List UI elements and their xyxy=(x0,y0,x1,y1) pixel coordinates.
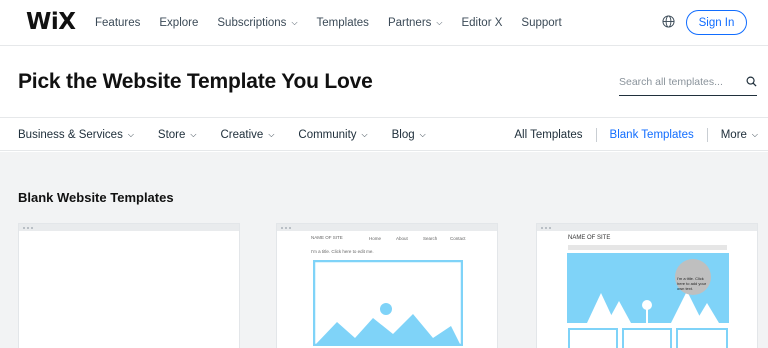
template-menu-item: Search xyxy=(423,236,438,241)
template-card-blank-3[interactable]: NAME OF SITE I'm a title. Click here to … xyxy=(536,223,758,348)
chevron-down-icon: ⌵ xyxy=(268,129,275,139)
chevron-down-icon: ⌵ xyxy=(190,129,197,139)
nav-item-features[interactable]: Features xyxy=(95,17,140,29)
chevron-down-icon: ⌵ xyxy=(419,129,426,139)
globe-icon[interactable] xyxy=(662,15,675,28)
category-community[interactable]: Community ⌵ xyxy=(298,129,367,141)
chevron-down-icon: ⌵ xyxy=(751,129,758,139)
nav-item-subscriptions[interactable]: Subscriptions ⌵ xyxy=(217,17,297,29)
bubble-text: I'm a title. Click here to add your own … xyxy=(677,276,707,291)
browser-bar xyxy=(277,224,497,231)
nav-item-explore[interactable]: Explore xyxy=(159,17,198,29)
all-templates-link[interactable]: All Templates xyxy=(514,129,582,141)
template-intro-text: I'm a title. Click here to edit me. xyxy=(311,249,374,254)
category-creative[interactable]: Creative ⌵ xyxy=(220,129,274,141)
thumbnail-placeholder xyxy=(622,328,672,348)
template-search xyxy=(619,70,757,96)
browser-bar xyxy=(19,224,239,231)
nav-item-editor-x[interactable]: Editor X xyxy=(461,17,502,29)
template-site-name: NAME OF SITE xyxy=(568,235,611,241)
divider xyxy=(706,127,708,142)
category-blog[interactable]: Blog ⌵ xyxy=(392,129,426,141)
chevron-down-icon: ⌵ xyxy=(127,129,134,139)
category-list: Business & Services ⌵ Store ⌵ Creative ⌵ Co… xyxy=(18,118,450,151)
template-card-blank-2[interactable]: NAME OF SITE Home About Search Contact I… xyxy=(276,223,498,348)
search-icon[interactable] xyxy=(746,76,757,87)
blank-templates-link[interactable]: Blank Templates xyxy=(610,129,694,141)
nav-item-partners[interactable]: Partners ⌵ xyxy=(388,17,443,29)
chevron-down-icon: ⌵ xyxy=(436,18,443,27)
top-navigation: WiX Features Explore Subscriptions ⌵ Temp… xyxy=(0,0,768,46)
main-nav-items: Features Explore Subscriptions ⌵ Template… xyxy=(95,0,581,46)
template-menu-bar xyxy=(568,245,727,250)
nav-item-templates[interactable]: Templates xyxy=(317,17,369,29)
template-gallery: Blank Website Templates NAME OF SITE Hom… xyxy=(0,152,768,348)
category-bar: Business & Services ⌵ Store ⌵ Creative ⌵ Co… xyxy=(0,117,768,151)
category-right-links: All Templates Blank Templates More ⌵ xyxy=(514,118,768,151)
page-title: Pick the Website Template You Love xyxy=(18,70,373,93)
template-card-blank-1[interactable] xyxy=(18,223,240,348)
category-business-services[interactable]: Business & Services ⌵ xyxy=(18,129,134,141)
thumbnail-placeholder xyxy=(676,328,728,348)
more-menu[interactable]: More ⌵ xyxy=(721,129,758,141)
image-placeholder-icon xyxy=(313,260,463,346)
template-menu-item: Home xyxy=(369,236,382,241)
browser-bar xyxy=(537,224,757,231)
search-input[interactable] xyxy=(619,70,739,94)
chevron-down-icon: ⌵ xyxy=(361,129,368,139)
template-menu-item: About xyxy=(396,236,408,241)
section-title: Blank Website Templates xyxy=(18,190,174,205)
wix-logo[interactable]: WiX xyxy=(26,9,76,35)
thumbnail-placeholder xyxy=(568,328,618,348)
divider xyxy=(595,127,597,142)
sign-in-button[interactable]: Sign In xyxy=(686,10,747,35)
template-menu-item: Contact xyxy=(450,236,466,241)
nav-item-support[interactable]: Support xyxy=(521,17,561,29)
category-store[interactable]: Store ⌵ xyxy=(158,129,197,141)
template-site-name: NAME OF SITE xyxy=(311,235,343,240)
chevron-down-icon: ⌵ xyxy=(291,18,298,27)
